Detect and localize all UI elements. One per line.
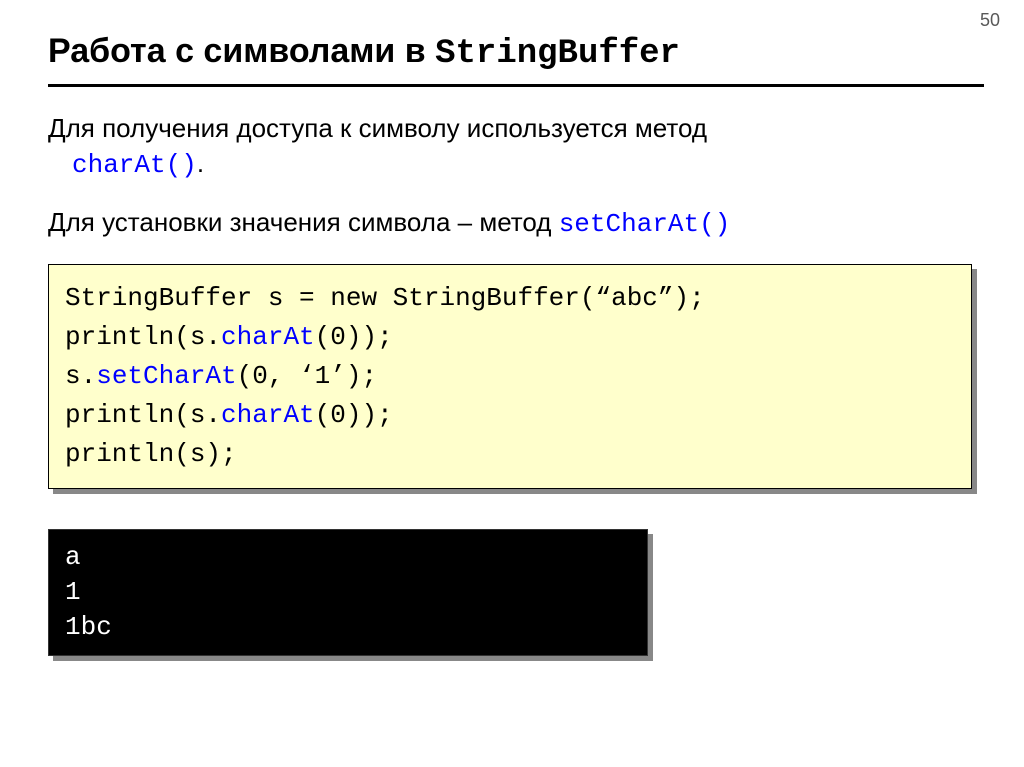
code-text: (0)); <box>315 400 393 430</box>
code-text: println(s. <box>65 400 221 430</box>
code-method: charAt <box>221 322 315 352</box>
code-text: println(s); <box>65 439 237 469</box>
code-line: s.setCharAt(0, ‘1’); <box>65 357 955 396</box>
para1-text: Для получения доступа к символу использу… <box>48 113 707 143</box>
page-number: 50 <box>980 10 1000 31</box>
output-line: 1 <box>65 575 631 610</box>
para1-tail: . <box>197 148 204 178</box>
code-text: StringBuffer s = new StringBuffer(“abc”)… <box>65 283 705 313</box>
code-text: s. <box>65 361 96 391</box>
code-line: println(s); <box>65 435 955 474</box>
code-line: println(s.charAt(0)); <box>65 396 955 435</box>
title-class-name: StringBuffer <box>435 35 680 73</box>
paragraph-setcharat: Для установки значения символа – метод s… <box>48 205 984 242</box>
code-text: (0)); <box>315 322 393 352</box>
code-text: println(s. <box>65 322 221 352</box>
slide-title: Работа с символами в StringBuffer <box>48 30 984 76</box>
output-console: a 1 1bc <box>48 529 648 656</box>
output-line: a <box>65 540 631 575</box>
code-method: setCharAt <box>96 361 236 391</box>
title-prefix: Работа с символами в <box>48 32 435 70</box>
method-setcharat: setCharAt() <box>559 209 731 239</box>
method-charat: charAt() <box>72 150 197 180</box>
code-method: charAt <box>221 400 315 430</box>
paragraph-charat: Для получения доступа к символу использу… <box>48 111 984 183</box>
slide: 50 Работа с символами в StringBuffer Для… <box>0 0 1024 767</box>
output-line: 1bc <box>65 610 631 645</box>
para2-text: Для установки значения символа – метод <box>48 207 559 237</box>
title-rule <box>48 84 984 87</box>
code-sample: StringBuffer s = new StringBuffer(“abc”)… <box>48 264 972 489</box>
code-line: StringBuffer s = new StringBuffer(“abc”)… <box>65 279 955 318</box>
code-text: (0, ‘1’); <box>237 361 377 391</box>
code-line: println(s.charAt(0)); <box>65 318 955 357</box>
